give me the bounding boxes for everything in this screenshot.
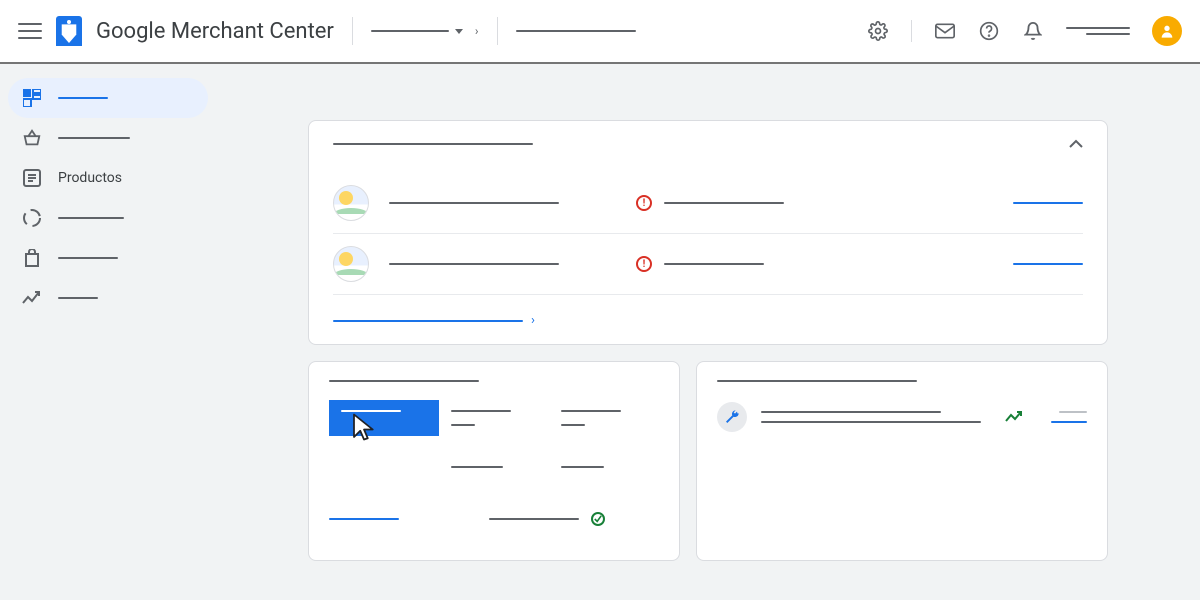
- issues-card-footer-link[interactable]: ›: [333, 295, 1083, 328]
- sidebar-item-marketing[interactable]: [8, 238, 208, 278]
- divider: [911, 20, 912, 42]
- sidebar-item-label: [58, 137, 130, 139]
- bell-icon[interactable]: [1022, 20, 1044, 42]
- chevron-right-icon: ›: [531, 313, 535, 328]
- sidebar: Productos: [0, 64, 216, 600]
- help-icon[interactable]: [978, 20, 1000, 42]
- product-thumbnail: [333, 185, 369, 221]
- secondary-selector-placeholder[interactable]: [516, 30, 636, 32]
- sidebar-item-label: Productos: [58, 170, 122, 186]
- summary-card: [308, 361, 680, 561]
- main-content: ! ! ›: [216, 64, 1200, 600]
- summary-tile[interactable]: [549, 456, 659, 490]
- wrench-icon: [717, 402, 747, 432]
- merchant-center-logo: [56, 16, 82, 46]
- gear-icon[interactable]: [867, 20, 889, 42]
- bag-icon: [22, 248, 42, 268]
- sidebar-item-label: [58, 297, 98, 299]
- summary-card-title: [329, 380, 479, 382]
- progress-icon: [22, 208, 42, 228]
- header-right: [867, 16, 1182, 46]
- chevron-down-icon: [455, 29, 463, 34]
- user-name-placeholder: [1066, 27, 1130, 35]
- menu-icon[interactable]: [18, 19, 42, 43]
- divider: [497, 17, 498, 45]
- insight-card: [696, 361, 1108, 561]
- summary-footer-link[interactable]: [329, 518, 399, 520]
- top-header: Google Merchant Center ›: [0, 0, 1200, 64]
- collapse-button[interactable]: [1069, 139, 1083, 149]
- error-icon: !: [636, 256, 652, 272]
- issues-card-title: [333, 143, 533, 145]
- dashboard-icon: [22, 88, 42, 108]
- issue-text-placeholder: [664, 202, 784, 204]
- issue-row[interactable]: !: [333, 234, 1083, 295]
- mail-icon[interactable]: [934, 20, 956, 42]
- sidebar-item-overview[interactable]: [8, 78, 208, 118]
- list-icon: [22, 168, 42, 188]
- divider: [352, 17, 353, 45]
- sidebar-item-growth[interactable]: [8, 278, 208, 318]
- issue-row[interactable]: !: [333, 173, 1083, 234]
- issues-card: ! ! ›: [308, 120, 1108, 345]
- insight-card-title: [717, 380, 917, 382]
- summary-status-text: [489, 518, 579, 520]
- summary-tile[interactable]: [439, 400, 549, 436]
- account-name-placeholder: [371, 30, 449, 32]
- sidebar-item-label: [58, 97, 108, 99]
- summary-tile[interactable]: [549, 400, 659, 436]
- check-icon: [591, 512, 605, 526]
- insight-metric-placeholder: [1059, 411, 1087, 413]
- insight-row[interactable]: [717, 402, 1087, 432]
- basket-icon: [22, 128, 42, 148]
- summary-tile[interactable]: [439, 456, 549, 490]
- trend-icon: [22, 288, 42, 308]
- view-all-link-placeholder: [333, 320, 523, 322]
- sidebar-item-performance[interactable]: [8, 198, 208, 238]
- insight-text: [761, 411, 981, 423]
- cursor-icon: [349, 412, 379, 442]
- insight-action-link[interactable]: [1051, 421, 1087, 423]
- product-name-placeholder: [389, 263, 559, 265]
- app-title: Google Merchant Center: [96, 19, 334, 44]
- account-selector[interactable]: ›: [371, 24, 479, 38]
- product-thumbnail: [333, 246, 369, 282]
- error-icon: !: [636, 195, 652, 211]
- summary-tile-selected[interactable]: [329, 400, 439, 436]
- chevron-right-icon: ›: [475, 24, 479, 38]
- issue-action-link[interactable]: [1013, 263, 1083, 265]
- issue-text-placeholder: [664, 263, 764, 265]
- sidebar-item-label: [58, 257, 118, 259]
- user-avatar[interactable]: [1152, 16, 1182, 46]
- sidebar-item-products[interactable]: Productos: [8, 158, 208, 198]
- sidebar-item-shopping[interactable]: [8, 118, 208, 158]
- sidebar-item-label: [58, 217, 124, 219]
- issue-action-link[interactable]: [1013, 202, 1083, 204]
- product-name-placeholder: [389, 202, 559, 204]
- header-left: Google Merchant Center: [18, 16, 334, 46]
- trend-up-icon: [1005, 411, 1023, 423]
